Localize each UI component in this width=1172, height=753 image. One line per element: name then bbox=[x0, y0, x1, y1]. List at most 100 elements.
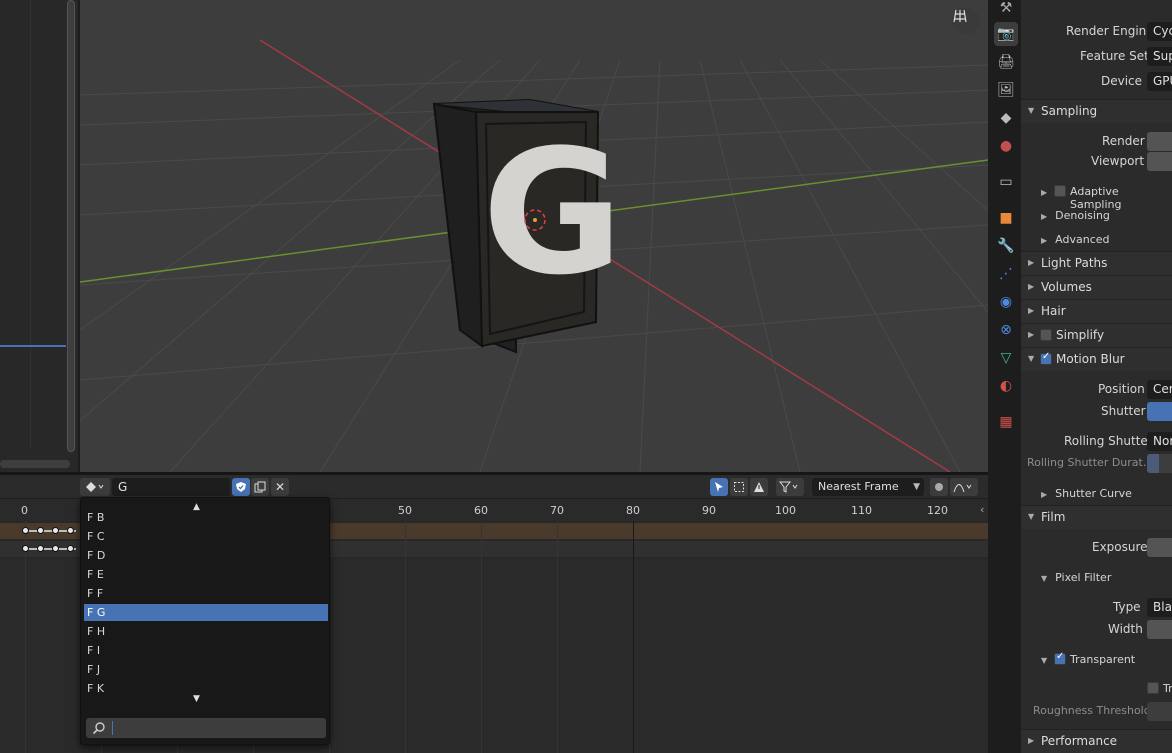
render-engine-label: Render Engine bbox=[1066, 24, 1154, 38]
keyframe[interactable] bbox=[22, 527, 29, 534]
viewport-samples-field[interactable] bbox=[1147, 152, 1172, 171]
volumes-panel-header[interactable]: ▶ Volumes bbox=[1021, 275, 1172, 299]
menu-item[interactable]: F B bbox=[84, 509, 328, 526]
physics-tab-icon[interactable]: ◉ bbox=[994, 290, 1018, 314]
viewport-samples-label: Viewport bbox=[1091, 154, 1145, 168]
falloff-curve-icon bbox=[953, 484, 972, 493]
object-data-tab-icon[interactable]: ▽ bbox=[994, 346, 1018, 370]
output-tab-icon[interactable]: 🖨 bbox=[994, 50, 1018, 74]
light-paths-panel-header[interactable]: ▶ Light Paths bbox=[1021, 251, 1172, 275]
menu-item-selected[interactable]: F G bbox=[84, 604, 328, 621]
menu-item[interactable]: F J bbox=[84, 661, 328, 678]
rolling-shutter-duration-field[interactable] bbox=[1147, 454, 1172, 473]
render-samples-label: Render bbox=[1102, 134, 1145, 148]
position-select[interactable]: Cer bbox=[1147, 380, 1172, 399]
keyframe[interactable] bbox=[37, 545, 44, 552]
menu-item[interactable]: F I bbox=[84, 642, 328, 659]
rolling-shutter-select[interactable]: Nor bbox=[1147, 432, 1172, 451]
collection-tab-icon[interactable]: ▭ bbox=[994, 170, 1018, 194]
warning-button[interactable] bbox=[750, 478, 768, 496]
constraints-tab-icon[interactable]: ⊗ bbox=[994, 318, 1018, 342]
roughness-threshold-field[interactable] bbox=[1147, 702, 1172, 721]
feature-set-select[interactable]: Sup bbox=[1147, 47, 1172, 66]
simplify-checkbox[interactable] bbox=[1040, 329, 1052, 341]
filter-width-label: Width bbox=[1108, 622, 1143, 636]
chevron-right-icon: ▶ bbox=[1028, 736, 1035, 745]
grid-line bbox=[405, 521, 406, 753]
view-layer-tab-icon[interactable]: 🖼 bbox=[994, 78, 1018, 102]
scroll-down-arrow-icon[interactable]: ▼ bbox=[193, 694, 200, 704]
keyframe-type-dropdown[interactable] bbox=[80, 478, 110, 496]
filter-type-select[interactable]: Bla bbox=[1147, 598, 1172, 617]
3d-viewport[interactable]: G bbox=[80, 0, 988, 472]
menu-item[interactable]: F C bbox=[84, 528, 328, 545]
filter-search-input[interactable]: G bbox=[112, 478, 230, 496]
snap-mode-select[interactable]: Nearest Frame ▼ bbox=[812, 478, 924, 496]
simplify-panel-header[interactable]: ▶ Simplify bbox=[1021, 323, 1172, 347]
duplicate-button[interactable] bbox=[251, 478, 269, 496]
world-tab-icon[interactable]: ● bbox=[994, 134, 1018, 158]
menu-item[interactable]: F H bbox=[84, 623, 328, 640]
grid-line bbox=[25, 521, 26, 753]
keyframe[interactable] bbox=[67, 527, 74, 534]
keyframe[interactable] bbox=[52, 545, 59, 552]
transparent-glass-checkbox[interactable] bbox=[1147, 682, 1159, 694]
motion-blur-checkbox[interactable] bbox=[1040, 351, 1052, 365]
only-selected-button[interactable] bbox=[232, 478, 250, 496]
menu-item[interactable]: F K bbox=[84, 680, 328, 697]
render-samples-field[interactable] bbox=[1147, 132, 1172, 151]
keyframe[interactable] bbox=[22, 545, 29, 552]
material-tab-icon[interactable]: ◐ bbox=[994, 374, 1018, 398]
clear-filter-button[interactable]: ✕ bbox=[271, 478, 289, 496]
particles-tab-icon[interactable]: ⋰ bbox=[994, 262, 1018, 286]
tool-tab-icon[interactable]: ⚒ bbox=[994, 0, 1018, 20]
advanced-subpanel[interactable]: ▶ Advanced bbox=[1041, 233, 1110, 246]
shutter-curve-subpanel[interactable]: ▶ Shutter Curve bbox=[1041, 487, 1132, 500]
menu-item[interactable]: F E bbox=[84, 566, 328, 583]
proportional-edit-button[interactable] bbox=[930, 478, 948, 496]
chevron-right-icon: ▶ bbox=[1028, 282, 1035, 291]
pixel-filter-subpanel[interactable]: ▼ Pixel Filter bbox=[1041, 571, 1111, 584]
filter-dropdown[interactable] bbox=[776, 478, 804, 496]
ruler-label: 110 bbox=[851, 504, 872, 517]
hair-panel-header[interactable]: ▶ Hair bbox=[1021, 299, 1172, 323]
box-select-button[interactable] bbox=[730, 478, 748, 496]
chevron-left-icon[interactable]: ‹ bbox=[980, 503, 984, 516]
keyframe[interactable] bbox=[67, 545, 74, 552]
device-label: Device bbox=[1101, 74, 1143, 88]
horizontal-scrollbar[interactable] bbox=[0, 460, 70, 468]
render-properties-panel: Render Engine Cyc Feature Set Sup Device… bbox=[1021, 0, 1172, 753]
menu-item[interactable]: F D bbox=[84, 547, 328, 564]
subpanel-title: Pixel Filter bbox=[1055, 571, 1112, 584]
falloff-dropdown[interactable] bbox=[950, 478, 978, 496]
performance-panel-header[interactable]: ▶ Performance bbox=[1021, 729, 1172, 753]
exposure-field[interactable] bbox=[1147, 538, 1172, 557]
film-panel-header[interactable]: ▼ Film bbox=[1021, 505, 1172, 529]
shutter-field[interactable] bbox=[1147, 402, 1172, 421]
denoising-subpanel[interactable]: ▶ Denoising bbox=[1041, 209, 1110, 222]
motion-blur-panel-header[interactable]: ▼ Motion Blur bbox=[1021, 347, 1172, 371]
keyframe[interactable] bbox=[37, 527, 44, 534]
keying-set-dropdown-menu[interactable]: ▲ F B F C F D F E F F F G F H F I F J F … bbox=[80, 497, 330, 745]
object-tab-icon[interactable]: ■ bbox=[994, 206, 1018, 230]
menu-item[interactable]: F F bbox=[84, 585, 328, 602]
cursor-arrow-icon bbox=[715, 482, 723, 492]
render-tab-icon[interactable]: 📷 bbox=[994, 22, 1018, 46]
texture-tab-icon[interactable]: ▦ bbox=[994, 410, 1018, 434]
keyframe[interactable] bbox=[52, 527, 59, 534]
sampling-panel-header[interactable]: ▼ Sampling bbox=[1021, 99, 1172, 123]
transparent-checkbox[interactable] bbox=[1054, 651, 1066, 665]
ruler-label: 80 bbox=[626, 504, 640, 517]
box-select-icon bbox=[734, 482, 744, 492]
grid-view-icon[interactable] bbox=[952, 8, 980, 34]
scene-tab-icon[interactable]: ◆ bbox=[994, 106, 1018, 130]
modifier-wrench-icon[interactable]: 🔧 bbox=[994, 234, 1018, 258]
device-select[interactable]: GPU bbox=[1147, 72, 1172, 91]
panel-title: Hair bbox=[1041, 304, 1066, 318]
filter-width-field[interactable] bbox=[1147, 620, 1172, 639]
vertical-scrollbar[interactable] bbox=[67, 0, 75, 452]
menu-search-input[interactable] bbox=[86, 718, 326, 738]
render-engine-select[interactable]: Cyc bbox=[1147, 22, 1172, 41]
select-tool-button[interactable] bbox=[710, 478, 728, 496]
adaptive-sampling-checkbox[interactable] bbox=[1054, 185, 1066, 197]
